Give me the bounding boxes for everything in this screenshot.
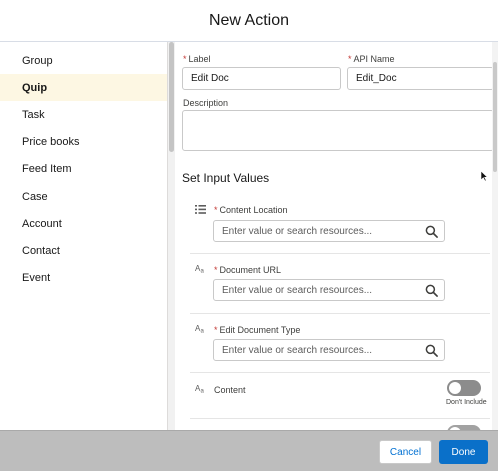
sidebar-item-quip[interactable]: Quip <box>0 74 167 102</box>
sidebar-item-case[interactable]: Case <box>0 183 167 210</box>
content-include-toggle[interactable] <box>447 380 481 396</box>
edit-document-type-placeholder: Enter value or search resources... <box>222 344 373 356</box>
main-scroll-thumb[interactable] <box>493 62 497 172</box>
sidebar-item-label: Task <box>22 108 45 121</box>
done-button[interactable]: Done <box>439 440 488 464</box>
text-icon: Aa <box>195 384 205 394</box>
main-scrollbar[interactable] <box>492 42 498 430</box>
cancel-button[interactable]: Cancel <box>379 440 432 464</box>
modal-footer: Cancel Done <box>0 430 498 471</box>
content-location-input[interactable]: Enter value or search resources... <box>213 220 445 242</box>
document-url-placeholder: Enter value or search resources... <box>222 284 373 296</box>
edit-document-type-input[interactable]: Enter value or search resources... <box>213 339 445 361</box>
sidebar-item-account[interactable]: Account <box>0 210 167 237</box>
input-row-content: Aa Content Don't Include <box>190 374 490 419</box>
label-field-label: * Label <box>183 54 211 64</box>
list-icon <box>195 205 206 214</box>
description-textarea[interactable] <box>182 110 494 151</box>
svg-text:a: a <box>201 329 205 334</box>
toggle-caption: Don't Include <box>446 399 487 406</box>
text-icon: Aa <box>195 324 205 334</box>
search-icon[interactable] <box>425 284 438 297</box>
sidebar-item-label: Case <box>22 190 48 203</box>
input-row-document-url: Aa * Document URL Enter value or search r… <box>190 255 490 314</box>
sidebar-item-label: Price books <box>22 136 80 149</box>
section-title: Set Input Values <box>182 171 270 185</box>
sidebar: Group Quip Task Price books Feed Item Ca… <box>0 42 168 430</box>
sidebar-item-task[interactable]: Task <box>0 101 167 128</box>
search-icon[interactable] <box>425 225 438 238</box>
sidebar-item-contact[interactable]: Contact <box>0 237 167 264</box>
cursor-icon <box>480 170 488 182</box>
input-row-content-location: * Content Location Enter value or search … <box>190 196 490 254</box>
svg-text:a: a <box>201 269 205 274</box>
input-row-edit-document-type: Aa * Edit Document Type Enter value or se… <box>190 315 490 373</box>
modal-title: New Action <box>208 11 290 29</box>
content-label: Content <box>214 385 246 395</box>
svg-text:a: a <box>201 389 205 394</box>
document-url-label: * Document URL <box>214 265 282 275</box>
search-icon[interactable] <box>425 344 438 357</box>
sidebar-item-label: Group <box>22 54 53 67</box>
sidebar-scroll-thumb[interactable] <box>169 42 174 152</box>
description-field-label: Description <box>183 98 229 108</box>
api-name-field-label: * API Name <box>348 54 395 64</box>
sidebar-item-group[interactable]: Group <box>0 47 167 74</box>
content-location-placeholder: Enter value or search resources... <box>222 225 373 237</box>
modal-header: New Action <box>0 0 498 42</box>
sidebar-item-price-books[interactable]: Price books <box>0 129 167 156</box>
sidebar-item-label: Quip <box>22 81 48 94</box>
sidebar-scrollbar[interactable] <box>168 42 175 430</box>
sidebar-item-feed-item[interactable]: Feed Item <box>0 156 167 183</box>
api-name-input[interactable]: Edit_Doc <box>347 67 494 90</box>
sidebar-item-event[interactable]: Event <box>0 265 167 292</box>
sidebar-item-label: Account <box>22 217 62 230</box>
text-icon: Aa <box>195 264 205 274</box>
sidebar-item-label: Contact <box>22 244 60 257</box>
sidebar-item-label: Feed Item <box>22 163 72 176</box>
toggle-knob <box>449 382 461 394</box>
main-panel: * Label Edit Doc * API Name Edit_Doc Descr… <box>175 42 498 430</box>
document-url-input[interactable]: Enter value or search resources... <box>213 279 445 301</box>
edit-document-type-label: * Edit Document Type <box>214 325 301 335</box>
content-location-label: * Content Location <box>214 205 288 215</box>
label-input[interactable]: Edit Doc <box>182 67 341 90</box>
sidebar-item-label: Event <box>22 272 51 285</box>
